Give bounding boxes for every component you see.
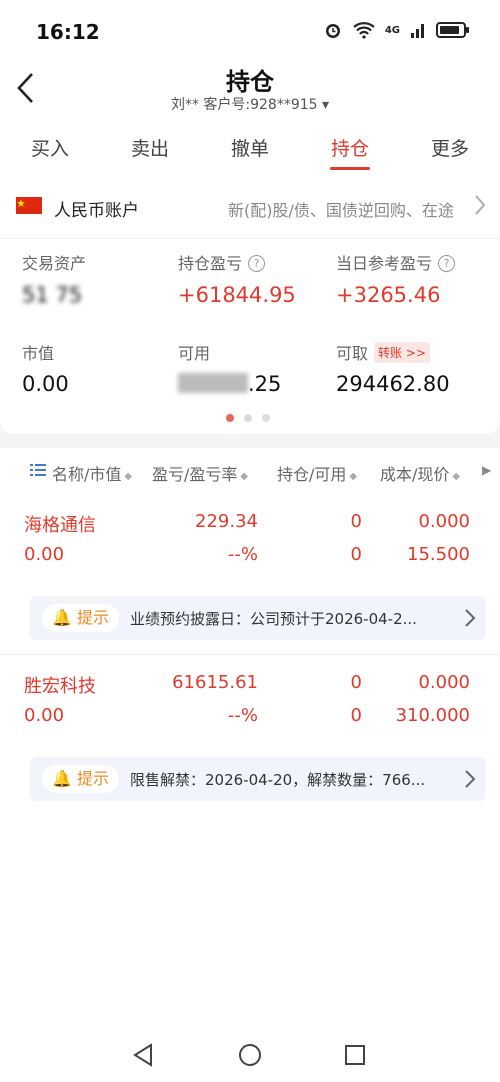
stock-name: 胜宏科技 bbox=[24, 676, 96, 697]
wifi-icon bbox=[353, 22, 375, 39]
stock-pnl-rate: --% bbox=[227, 705, 258, 726]
transfer-button[interactable]: 转账 >> bbox=[374, 342, 430, 363]
stock-avail: 0 bbox=[350, 544, 362, 565]
tab-buy[interactable]: 买入 bbox=[0, 122, 100, 174]
col-cost[interactable]: 成本/现价 ◆ bbox=[380, 461, 460, 485]
battery-icon bbox=[436, 22, 469, 38]
account-desc: 新(配)股/债、国债逆回购、在途 bbox=[228, 201, 454, 220]
withdrawable-value: 294462.80 bbox=[336, 372, 450, 396]
account-name: 人民币账户 bbox=[54, 201, 139, 221]
stock-hold: 0 bbox=[350, 511, 362, 532]
tab-sell[interactable]: 卖出 bbox=[100, 122, 200, 174]
account-row[interactable]: 人民币账户 新(配)股/债、国债逆回购、在途 bbox=[0, 172, 500, 239]
notice-bar[interactable]: 🔔 提示 限售解禁：2026-04-20，解禁数量：766... bbox=[30, 757, 486, 801]
alarm-icon bbox=[325, 24, 340, 38]
status-bar: 16:12 4G bbox=[0, 0, 500, 62]
empty-area bbox=[0, 814, 500, 1028]
pnl-label: 持仓盈亏? bbox=[178, 250, 266, 274]
scroll-right-icon[interactable]: ▶ bbox=[482, 463, 491, 477]
stock-mv: 0.00 bbox=[24, 705, 65, 726]
stock-avail: 0 bbox=[350, 705, 362, 726]
pnl-value: +61844.95 bbox=[178, 283, 296, 307]
nav-back-icon[interactable] bbox=[132, 1043, 154, 1067]
bell-icon: 🔔 bbox=[52, 608, 72, 627]
tab-cancel[interactable]: 撤单 bbox=[200, 122, 300, 174]
page-header: 持仓 刘** 客户号:928**915 ▾ bbox=[0, 62, 500, 122]
help-icon[interactable]: ? bbox=[248, 255, 266, 272]
col-name-mv[interactable]: 名称/市值 ◆ bbox=[52, 461, 132, 485]
daily-pnl-label: 当日参考盈亏? bbox=[336, 250, 456, 274]
nav-recent-icon[interactable] bbox=[344, 1044, 366, 1066]
available-label: 可用 bbox=[178, 344, 211, 363]
col-pnl[interactable]: 盈亏/盈亏率 ◆ bbox=[152, 461, 248, 485]
account-selector[interactable]: 刘** 客户号:928**915 ▾ bbox=[0, 94, 500, 114]
page-dot bbox=[262, 414, 270, 422]
stock-hold: 0 bbox=[350, 672, 362, 693]
col-hold[interactable]: 持仓/可用 ◆ bbox=[277, 461, 357, 485]
status-icons: 4G bbox=[323, 20, 470, 40]
signal-icon bbox=[411, 24, 424, 38]
positions-header: 名称/市值 ◆ 盈亏/盈亏率 ◆ 持仓/可用 ◆ 成本/现价 ◆ ▶ bbox=[0, 448, 500, 493]
chevron-right-icon bbox=[475, 195, 486, 215]
nav-home-icon[interactable] bbox=[238, 1043, 262, 1067]
withdrawable-label: 可取 转账 >> bbox=[336, 340, 430, 364]
page-dot bbox=[244, 414, 252, 422]
page-title: 持仓 bbox=[226, 68, 274, 96]
notice-tag: 🔔 提示 bbox=[42, 765, 120, 793]
bell-icon: 🔔 bbox=[52, 769, 72, 788]
available-value: .25 bbox=[178, 372, 281, 396]
notice-text: 限售解禁：2026-04-20，解禁数量：766... bbox=[130, 771, 426, 789]
stock-pnl-rate: --% bbox=[227, 544, 258, 565]
list-icon[interactable] bbox=[30, 463, 46, 477]
stock-pnl: 229.34 bbox=[195, 511, 258, 532]
help-icon[interactable]: ? bbox=[438, 255, 456, 272]
notice-bar[interactable]: 🔔 提示 业绩预约披露日：公司预计于2026-04-2... bbox=[30, 596, 486, 640]
stock-pnl: 61615.61 bbox=[172, 672, 258, 693]
tab-more[interactable]: 更多 bbox=[400, 122, 500, 174]
divider bbox=[0, 654, 500, 655]
stock-name: 海格通信 bbox=[24, 515, 96, 536]
china-flag-icon bbox=[16, 197, 42, 214]
system-nav-bar bbox=[0, 1028, 500, 1082]
sort-icon: ◆ bbox=[240, 471, 249, 482]
stock-mv: 0.00 bbox=[24, 544, 65, 565]
notice-text: 业绩预约披露日：公司预计于2026-04-2... bbox=[130, 610, 417, 628]
stock-price: 310.000 bbox=[395, 705, 470, 726]
assets-label: 交易资产 bbox=[22, 254, 87, 273]
page-indicator bbox=[226, 414, 270, 422]
notice-tag: 🔔 提示 bbox=[42, 604, 120, 632]
stock-cost: 0.000 bbox=[418, 511, 470, 532]
tab-positions[interactable]: 持仓 bbox=[300, 122, 400, 174]
account-card: 人民币账户 新(配)股/债、国债逆回购、在途 交易资产 51 75 持仓盈亏? … bbox=[0, 172, 500, 434]
assets-value: 51 75 bbox=[22, 283, 83, 307]
sort-icon: ◆ bbox=[124, 471, 133, 482]
sort-icon: ◆ bbox=[349, 471, 358, 482]
chevron-right-icon bbox=[465, 609, 476, 627]
page-dot bbox=[226, 414, 234, 422]
network-type: 4G bbox=[384, 24, 400, 36]
stock-price: 15.500 bbox=[407, 544, 470, 565]
daily-pnl-value: +3265.46 bbox=[336, 283, 441, 307]
status-time: 16:12 bbox=[36, 20, 100, 44]
stock-cost: 0.000 bbox=[418, 672, 470, 693]
market-value: 0.00 bbox=[22, 372, 69, 396]
chevron-right-icon bbox=[465, 770, 476, 788]
sort-icon: ◆ bbox=[452, 471, 461, 482]
trade-tabs: 买入 卖出 撤单 持仓 更多 bbox=[0, 122, 500, 175]
market-value-label: 市值 bbox=[22, 344, 55, 363]
